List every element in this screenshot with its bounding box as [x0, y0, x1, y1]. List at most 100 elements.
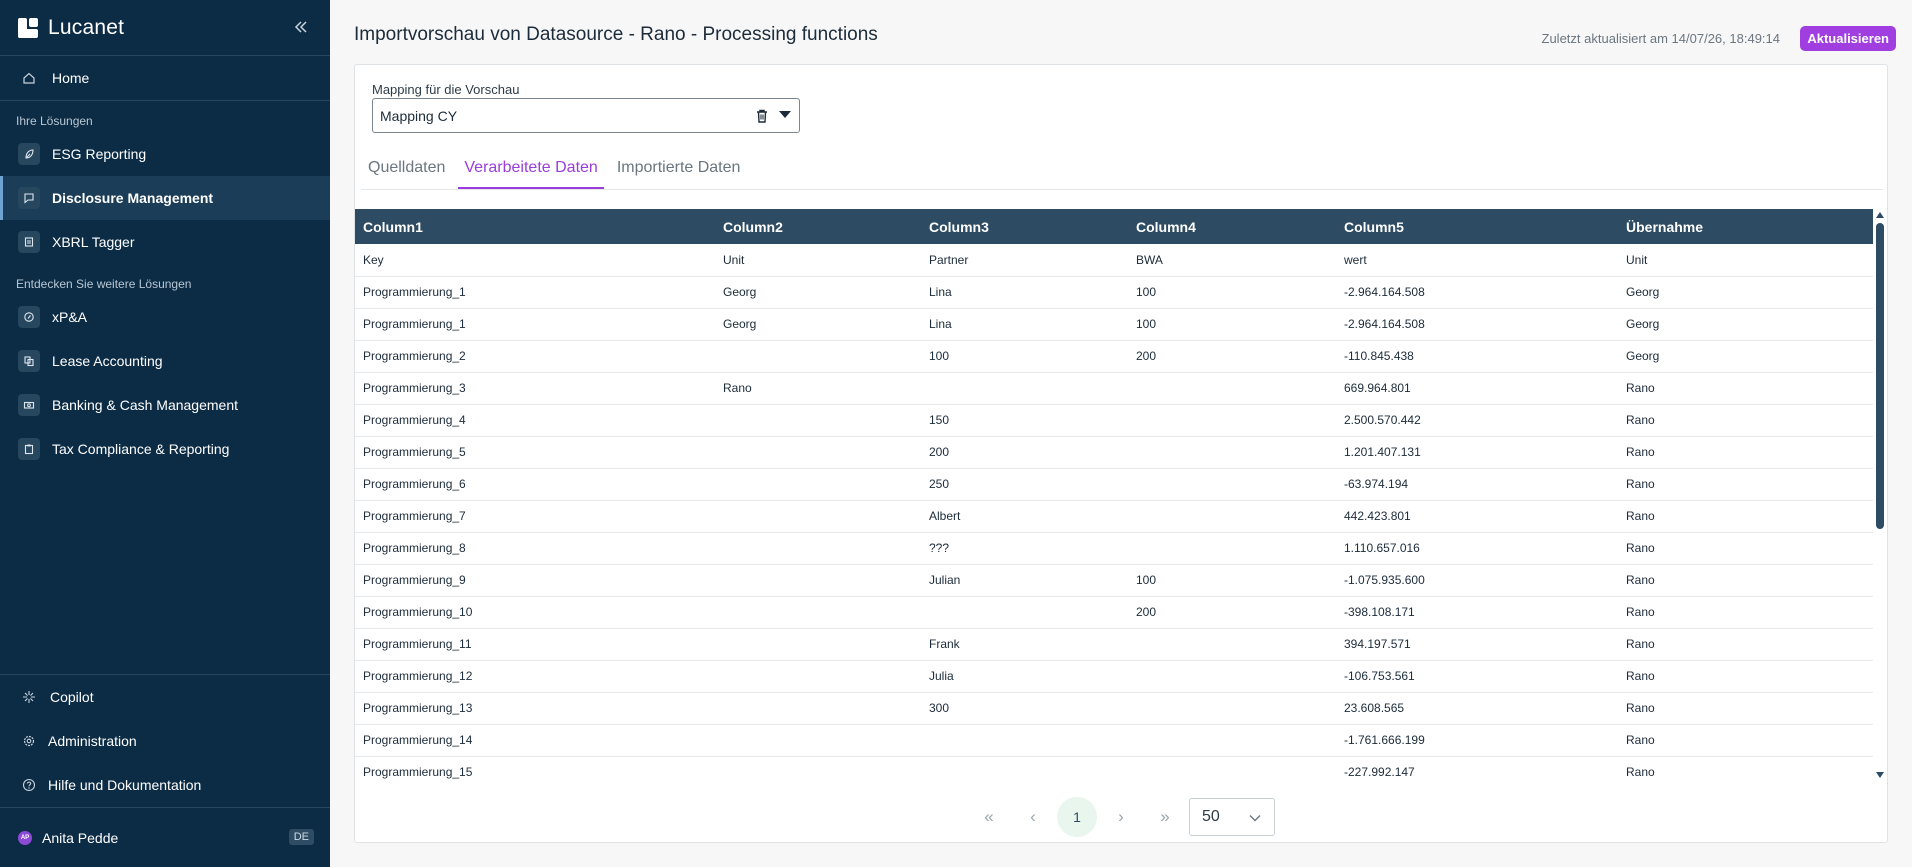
sidebar-item-help[interactable]: Hilfe und Dokumentation — [0, 763, 330, 807]
table-cell — [1128, 532, 1336, 565]
table-cell — [715, 628, 921, 661]
collapse-sidebar-icon[interactable] — [292, 18, 310, 36]
scroll-up-icon[interactable] — [1876, 212, 1884, 218]
sidebar-item-label: Administration — [48, 733, 137, 749]
sidebar: Lucanet Home Ihre Lösungen ESG Reporting… — [0, 0, 330, 867]
table-cell: -1.075.935.600 — [1336, 564, 1618, 597]
table-cell: Programmierung_1 — [355, 276, 715, 309]
data-table: Column1 Column2 Column3 Column4 Column5 … — [355, 209, 1873, 781]
brand-name: Lucanet — [48, 15, 125, 39]
page-number-current[interactable]: 1 — [1057, 797, 1097, 837]
column-header[interactable]: Column2 — [715, 209, 921, 244]
table-cell: Georg — [1618, 340, 1873, 373]
table-cell: Rano — [1618, 564, 1873, 597]
sidebar-item-lease-accounting[interactable]: Lease Accounting — [0, 339, 330, 383]
table-cell: 150 — [921, 404, 1128, 437]
table-row: Programmierung_5 200 1.201.407.131 Rano — [355, 436, 1873, 469]
table-cell: Georg — [1618, 308, 1873, 341]
table-cell — [1128, 372, 1336, 405]
column-header[interactable]: Column3 — [921, 209, 1128, 244]
last-page-icon[interactable]: » — [1145, 797, 1185, 837]
table-cell — [921, 372, 1128, 405]
table-cell — [921, 596, 1128, 629]
table-cell: Programmierung_8 — [355, 532, 715, 565]
caret-down-icon[interactable] — [779, 111, 791, 118]
table-cell: Lina — [921, 276, 1128, 309]
column-header[interactable]: Column1 — [355, 209, 715, 244]
table-cell — [715, 436, 921, 469]
tab-importierte-daten[interactable]: Importierte Daten — [611, 159, 747, 189]
table-cell: Rano — [1618, 628, 1873, 661]
tab-verarbeitete-daten[interactable]: Verarbeitete Daten — [458, 159, 604, 189]
sidebar-item-xbrl-tagger[interactable]: XBRL Tagger — [0, 220, 330, 264]
table-cell: Programmierung_2 — [355, 340, 715, 373]
table-cell: BWA — [1128, 244, 1336, 277]
tab-quelldaten[interactable]: Quelldaten — [362, 159, 451, 189]
table-cell — [1128, 756, 1336, 781]
table-cell — [921, 724, 1128, 757]
trash-icon[interactable] — [755, 108, 769, 124]
table-cell: -110.845.438 — [1336, 340, 1618, 373]
table-cell: Unit — [1618, 244, 1873, 277]
sidebar-item-label: Home — [52, 70, 90, 86]
table-cell: Julian — [921, 564, 1128, 597]
gear-icon — [18, 730, 40, 752]
first-page-icon[interactable]: « — [969, 797, 1009, 837]
table-row: Programmierung_12 Julia -106.753.561 Rano — [355, 660, 1873, 693]
table-cell: 100 — [1128, 564, 1336, 597]
column-header[interactable]: Übernahme — [1618, 209, 1873, 244]
table-cell: -63.974.194 — [1336, 468, 1618, 501]
sidebar-item-tax-compliance[interactable]: Tax Compliance & Reporting — [0, 427, 330, 471]
table-cell — [715, 500, 921, 533]
table-cell: Programmierung_14 — [355, 724, 715, 757]
sidebar-item-home[interactable]: Home — [0, 56, 330, 100]
table-cell: 200 — [1128, 596, 1336, 629]
table-cell — [1128, 660, 1336, 693]
sidebar-item-esg-reporting[interactable]: ESG Reporting — [0, 132, 330, 176]
sidebar-item-copilot[interactable]: Copilot — [0, 675, 330, 719]
table-cell: -1.761.666.199 — [1336, 724, 1618, 757]
refresh-button[interactable]: Aktualisieren — [1800, 26, 1896, 51]
comment-icon — [18, 187, 40, 209]
previous-page-icon[interactable]: ‹ — [1013, 797, 1053, 837]
table-cell: Georg — [715, 276, 921, 309]
table-cell — [1128, 692, 1336, 725]
language-badge[interactable]: DE — [288, 829, 314, 845]
table-cell: Lina — [921, 308, 1128, 341]
table-row: Programmierung_2 100 200 -110.845.438 Georg — [355, 340, 1873, 373]
leaf-icon — [18, 143, 40, 165]
table-cell: Rano — [1618, 468, 1873, 501]
table-cell: Programmierung_1 — [355, 308, 715, 341]
mapping-select[interactable]: Mapping CY — [372, 98, 800, 133]
table-cell — [715, 724, 921, 757]
table-cell: 1.201.407.131 — [1336, 436, 1618, 469]
brand: Lucanet — [0, 0, 330, 56]
scrollbar-thumb[interactable] — [1876, 223, 1884, 529]
next-page-icon[interactable]: › — [1101, 797, 1141, 837]
table-cell: Rano — [1618, 372, 1873, 405]
table-row: Programmierung_9 Julian 100 -1.075.935.600 R… — [355, 564, 1873, 597]
table-cell: Julia — [921, 660, 1128, 693]
table-cell: Georg — [715, 308, 921, 341]
table-cell: -227.992.147 — [1336, 756, 1618, 781]
column-header[interactable]: Column4 — [1128, 209, 1336, 244]
table-cell: Programmierung_10 — [355, 596, 715, 629]
table-cell: Programmierung_13 — [355, 692, 715, 725]
scroll-down-icon[interactable] — [1876, 772, 1884, 778]
table-row: Programmierung_13 300 23.608.565 Rano — [355, 692, 1873, 725]
column-header[interactable]: Column5 — [1336, 209, 1618, 244]
sidebar-item-banking-cash[interactable]: Banking & Cash Management — [0, 383, 330, 427]
table-cell: Frank — [921, 628, 1128, 661]
cash-icon — [18, 394, 40, 416]
page-size-select[interactable]: 50 — [1189, 798, 1275, 836]
table-scrollbar[interactable] — [1874, 209, 1886, 781]
user-menu[interactable]: AP Anita Pedde DE — [0, 816, 330, 860]
sidebar-item-disclosure-management[interactable]: Disclosure Management — [0, 176, 330, 220]
sidebar-item-administration[interactable]: Administration — [0, 719, 330, 763]
sidebar-item-xpa[interactable]: xP&A — [0, 295, 330, 339]
table-cell: 200 — [921, 436, 1128, 469]
table-cell: Programmierung_12 — [355, 660, 715, 693]
home-icon — [18, 67, 40, 89]
table-cell: 394.197.571 — [1336, 628, 1618, 661]
table-cell: 300 — [921, 692, 1128, 725]
